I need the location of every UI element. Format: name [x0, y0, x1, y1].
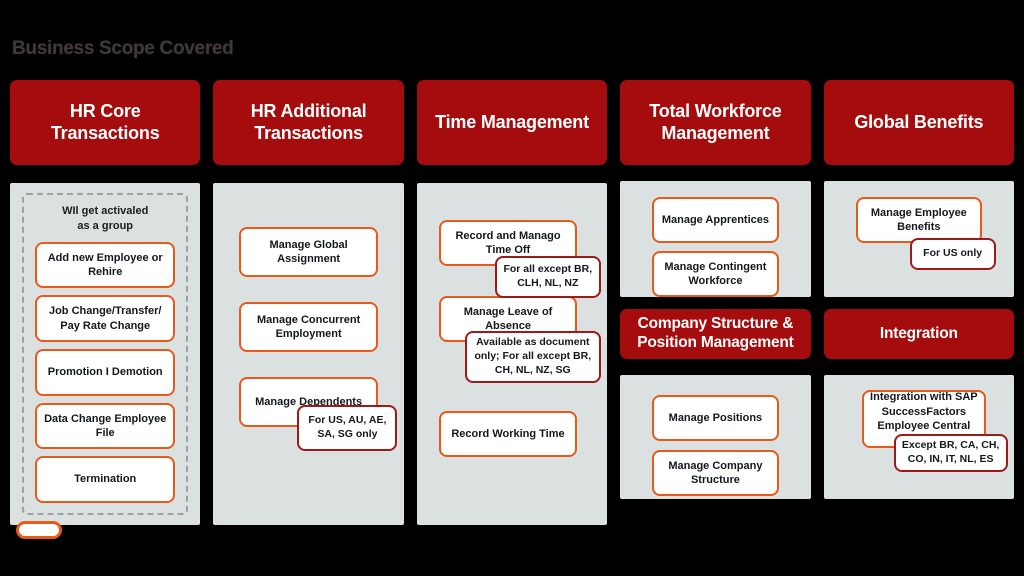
group-caption-line-2: as a group: [77, 219, 134, 232]
column-header-global-benefits: Global Benefits: [823, 80, 1015, 165]
dashed-group-activated-together: WIl get activaled as a group Add new Emp…: [22, 193, 189, 515]
legend-pill-swatch: [16, 521, 62, 539]
note-time-off-countries: For all except BR, CLH, NL, NZ: [494, 256, 601, 298]
item-manage-positions[interactable]: Manage Positions: [652, 395, 779, 441]
column-total-workforce-management: Total Workforce Management Manage Appren…: [620, 80, 811, 525]
item-manage-company-structure[interactable]: Manage Company Structure: [652, 450, 779, 496]
item-manage-employee-benefits[interactable]: Manage Employee Benefits: [855, 197, 983, 243]
column-header-integration: Integration: [823, 309, 1015, 359]
item-manage-global-assignment[interactable]: Manage Global Assignment: [239, 227, 378, 277]
item-record-working-time[interactable]: Record Working Time: [438, 411, 578, 457]
item-termination[interactable]: Termination: [35, 456, 176, 503]
panel-hr-additional-transactions: Manage Global Assignment Manage Concurre…: [213, 183, 404, 525]
panel-global-benefits: Manage Employee Benefits For US only: [823, 181, 1015, 297]
item-job-change-transfer-pay-rate-change[interactable]: Job Change/Transfer/ Pay Rate Change: [35, 295, 176, 342]
note-employee-benefits-countries: For US only: [909, 238, 996, 270]
item-promotion-demotion[interactable]: Promotion I Demotion: [35, 349, 176, 396]
column-hr-additional-transactions: HR Additional Transactions Manage Global…: [213, 80, 404, 525]
item-manage-apprentices[interactable]: Manage Apprentices: [652, 197, 779, 243]
column-header-hr-additional-transactions: HR Additional Transactions: [213, 80, 404, 165]
item-data-change-employee-file[interactable]: Data Change Employee File: [35, 402, 176, 450]
panel-total-workforce-management: Manage Apprentices Manage Contingent Wor…: [620, 181, 811, 297]
group-caption-line-1: WIl get activaled: [62, 205, 149, 217]
slide-canvas: Business Scope Covered HR Core Transacti…: [0, 0, 1024, 576]
group-caption: WIl get activaled as a group: [35, 204, 175, 234]
column-header-hr-core-transactions: HR Core Transactions: [10, 80, 201, 165]
panel-time-management: Record and Manago Time Off For all excep…: [416, 183, 608, 525]
panel-company-structure-position-management: Manage Positions Manage Company Structur…: [620, 375, 811, 499]
note-leave-of-absence-countries: Available as document only; For all exce…: [464, 331, 601, 383]
item-manage-concurrent-employment[interactable]: Manage Concurrent Employment: [239, 302, 378, 352]
column-header-time-management: Time Management: [416, 80, 608, 165]
column-global-benefits: Global Benefits Manage Employee Benefits…: [823, 80, 1015, 525]
scope-columns: HR Core Transactions WIl get activaled a…: [10, 80, 1015, 525]
item-add-new-employee-or-rehire[interactable]: Add new Employee or Rehire: [35, 241, 176, 289]
panel-hr-core-transactions: WIl get activaled as a group Add new Emp…: [10, 183, 201, 525]
column-header-total-workforce-management: Total Workforce Management: [620, 80, 811, 165]
page-title: Business Scope Covered: [12, 38, 234, 59]
note-manage-dependents-countries: For US, AU, AE, SA, SG only: [297, 405, 398, 451]
item-manage-contingent-workforce[interactable]: Manage Contingent Workforce: [652, 251, 779, 297]
column-hr-core-transactions: HR Core Transactions WIl get activaled a…: [10, 80, 201, 525]
column-header-company-structure-position-management: Company Structure & Position Management: [620, 309, 811, 359]
column-time-management: Time Management Record and Manago Time O…: [416, 80, 608, 525]
note-integration-countries: Except BR, CA, CH, CO, IN, IT, NL, ES: [893, 434, 1008, 472]
panel-integration: Integration with SAP SuccessFactors Empl…: [823, 375, 1015, 499]
